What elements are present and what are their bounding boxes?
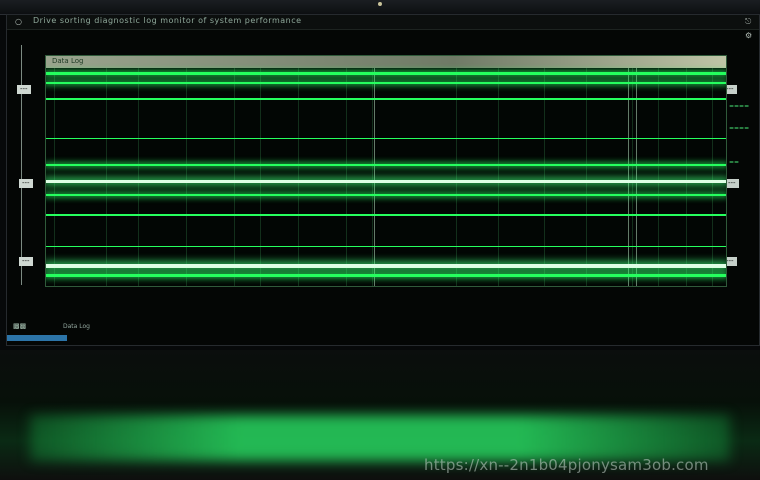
grid-vline [498,68,499,286]
left-frame-line [21,45,22,285]
lock-icon: ○ [15,17,22,26]
grid-vline [586,68,587,286]
window-title: Drive sorting diagnostic log monitor of … [33,16,302,25]
grid-vline [234,68,235,286]
grid-vline [658,68,659,286]
trace-line [46,214,726,216]
grid-vline [544,68,545,286]
monitor-bezel-top [0,0,760,15]
grid-vline [106,68,107,286]
webcam-indicator [378,2,382,6]
grid-vline [456,68,457,286]
trace-grid [46,68,726,286]
grid-vline-strong [636,68,637,286]
grid-vline [686,68,687,286]
trace-line [46,164,726,166]
trace-line [46,138,726,139]
right-marker-mid: --- [725,179,739,188]
grid-vline [186,68,187,286]
trace-line [46,82,726,84]
taskbar-accent [7,335,67,341]
trace-line [46,274,726,277]
grid-vline-strong [374,68,375,286]
grid-vline [712,68,713,286]
watermark-url: https://xn--2n1b04pjonysam3ob.com [424,456,709,474]
monitor: ○ Drive sorting diagnostic log monitor o… [0,0,760,480]
power-icon[interactable]: ⎋ [745,17,751,27]
settings-icon[interactable]: ⚙ [745,31,752,41]
trace-line [46,264,726,268]
grid-vline [346,68,347,286]
grid-vline [632,68,633,286]
panel-header-title: Data Log [52,57,84,65]
grid-vline-strong [628,68,629,286]
right-tag-3: == [729,159,740,166]
grid-vline [260,68,261,286]
trace-line [46,98,726,100]
screen-reflection [30,415,730,461]
grid-vline [372,68,373,286]
window-titlebar: ○ Drive sorting diagnostic log monitor o… [7,15,759,30]
status-icon[interactable]: ▩▩ [13,322,26,330]
trace-line [46,194,726,196]
data-trace-panel[interactable]: Data Log [45,55,727,287]
trace-line [46,180,726,183]
screen: ○ Drive sorting diagnostic log monitor o… [6,14,760,346]
right-tag-2: ==== [729,125,750,132]
left-marker-bottom: --- [19,257,33,266]
status-text: Data Log [63,323,90,330]
panel-header: Data Log [46,56,726,68]
left-marker-top: --- [17,85,31,94]
grid-vline [298,68,299,286]
grid-vline [54,68,55,286]
status-bar: ▩▩ Data Log [7,321,759,333]
right-tag-1: ==== [729,103,750,110]
trace-line [46,246,726,247]
left-marker-mid: --- [19,179,33,188]
trace-line [46,72,726,75]
grid-vline [138,68,139,286]
